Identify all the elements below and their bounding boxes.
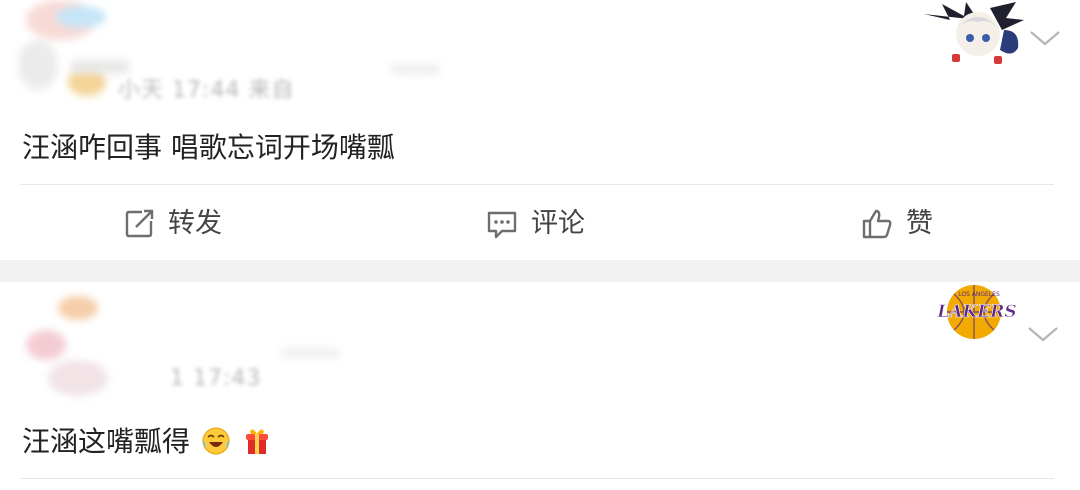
comment-label: 评论 — [531, 208, 585, 239]
laughing-crying-emoji — [202, 427, 230, 455]
like-button[interactable]: 赞 — [860, 204, 933, 244]
card-separator — [0, 260, 1080, 282]
chevron-down-icon[interactable] — [1028, 26, 1062, 50]
comment-button[interactable]: 评论 — [485, 204, 585, 244]
like-label: 赞 — [906, 208, 933, 239]
user-name[interactable] — [100, 342, 430, 366]
post-meta: 小天 17:44 来自 — [118, 78, 295, 103]
user-avatar[interactable] — [8, 0, 118, 100]
post-content: 汪涵咋回事 唱歌忘词开场嘴瓢 — [22, 131, 395, 164]
anime-character-badge — [924, 2, 1024, 64]
comment-icon — [487, 211, 517, 239]
svg-text:LAKERS: LAKERS — [936, 302, 1016, 322]
weibo-post-card: 小天 17:44 来自 汪涵咋回事 唱歌忘词开场嘴瓢 转发 评论 赞 — [0, 0, 1080, 260]
chevron-down-icon[interactable] — [1026, 322, 1060, 346]
post-content-text: 汪涵这嘴瓢得 — [22, 425, 191, 458]
divider — [20, 184, 1054, 185]
post-meta: 1 17:43 — [170, 366, 262, 391]
post-content: 汪涵这嘴瓢得 — [22, 420, 272, 460]
repost-label: 转发 — [168, 208, 222, 239]
lakers-badge: LOS ANGELES LAKERS — [936, 285, 1017, 339]
gift-emoji — [245, 429, 268, 454]
svg-text:LOS ANGELES: LOS ANGELES — [958, 291, 1000, 298]
thumbs-up-icon — [862, 209, 892, 239]
weibo-post-card: 1 17:43 LOS ANGELES LAKERS 汪涵这嘴瓢得 — [0, 282, 1080, 490]
repost-icon — [125, 209, 154, 238]
divider — [20, 478, 1054, 479]
repost-button[interactable]: 转发 — [122, 204, 222, 244]
